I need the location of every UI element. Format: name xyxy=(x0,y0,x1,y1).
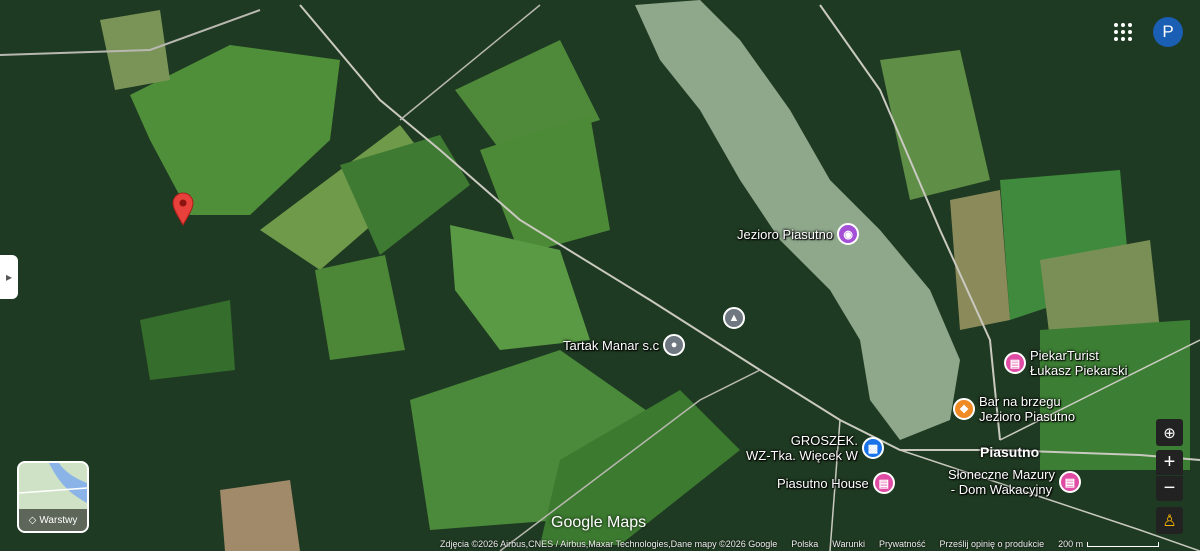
poi-label: PiekarTurist Łukasz Piekarski xyxy=(1030,348,1128,378)
scale-label: 200 m xyxy=(1058,539,1084,549)
zoom-out-button[interactable]: − xyxy=(1156,476,1183,501)
chevron-right-icon: ▸ xyxy=(5,270,13,284)
crosshair-icon: ⊕ xyxy=(1163,424,1176,442)
apps-grid-icon[interactable] xyxy=(1114,23,1132,41)
hotel-icon: ▤ xyxy=(1004,352,1026,374)
street-view-pegman[interactable]: ♙ xyxy=(1156,507,1183,534)
attribution-bar: Zdjęcia ©2026 Airbus,CNES / Airbus,Maxar… xyxy=(440,537,1200,551)
minus-icon: − xyxy=(1163,477,1176,499)
poi-tree[interactable]: ▲ xyxy=(723,307,745,329)
poi-piasutno-house[interactable]: Piasutno House ▤ xyxy=(777,472,895,494)
camera-icon: ◉ xyxy=(837,223,860,245)
plus-icon: + xyxy=(1163,451,1176,473)
my-location-button[interactable]: ⊕ xyxy=(1156,419,1183,446)
restaurant-icon: ❖ xyxy=(953,398,975,420)
town-label: Piasutno xyxy=(980,444,1040,460)
scale-line xyxy=(1087,541,1160,547)
hotel-icon: ▤ xyxy=(872,472,895,494)
layers-icon: ◇ xyxy=(28,514,37,526)
poi-tartak-manar[interactable]: Tartak Manar s.c ● xyxy=(563,334,686,356)
layers-label: Warstwy xyxy=(39,514,78,526)
pegman-icon: ♙ xyxy=(1162,512,1177,530)
poi-sloneczne-mazury[interactable]: Słoneczne Mazury - Dom Wakacyjny ▤ xyxy=(948,467,1081,497)
privacy-link[interactable]: Prywatność xyxy=(879,539,926,549)
hotel-icon: ▤ xyxy=(1058,471,1081,493)
poi-label: Tartak Manar s.c xyxy=(563,337,660,353)
poi-label: Jezioro Piasutno xyxy=(737,226,834,242)
poi-groszek[interactable]: GROSZEK. WZ-Tka. Więcek W ▩ xyxy=(746,433,884,463)
country-link[interactable]: Polska xyxy=(791,539,818,549)
cart-icon: ▩ xyxy=(861,437,884,459)
poi-jezioro-piasutno[interactable]: Jezioro Piasutno ◉ xyxy=(737,223,860,245)
tree-icon: ▲ xyxy=(723,307,745,329)
poi-label: GROSZEK. WZ-Tka. Więcek W xyxy=(746,433,858,463)
layers-button[interactable]: ◇ Warstwy xyxy=(17,461,89,533)
google-maps-logo: Google Maps xyxy=(551,514,647,531)
scale-bar[interactable]: 200 m xyxy=(1058,539,1160,549)
account-avatar[interactable]: P xyxy=(1153,17,1183,47)
poi-piekarturist[interactable]: ▤ PiekarTurist Łukasz Piekarski xyxy=(1004,348,1128,378)
poi-label: Piasutno House xyxy=(777,475,869,491)
poi-label: Słoneczne Mazury - Dom Wakacyjny xyxy=(948,467,1055,497)
poi-label: Bar na brzegu Jezioro Piasutno xyxy=(979,394,1076,424)
feedback-link[interactable]: Prześlij opinię o produkcie xyxy=(940,539,1045,549)
poi-bar-na-brzegu[interactable]: ❖ Bar na brzegu Jezioro Piasutno xyxy=(953,394,1075,424)
place-icon: ● xyxy=(663,334,686,356)
side-panel-toggle[interactable]: ▸ xyxy=(0,255,18,299)
terms-link[interactable]: Warunki xyxy=(832,539,865,549)
imagery-attribution: Zdjęcia ©2026 Airbus,CNES / Airbus,Maxar… xyxy=(440,539,778,549)
zoom-in-button[interactable]: + xyxy=(1156,450,1183,475)
